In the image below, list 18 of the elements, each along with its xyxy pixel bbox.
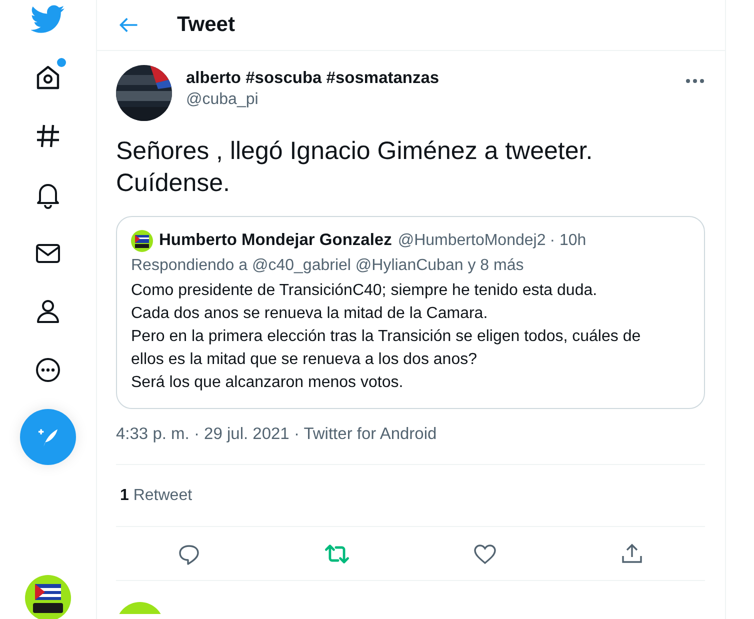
quoted-tweet-card[interactable]: [116, 216, 705, 409]
retweet-count-link[interactable]: 1 Retweet: [120, 486, 192, 504]
share-icon[interactable]: [620, 542, 644, 566]
author-handle[interactable]: @cuba_pi: [186, 91, 671, 109]
quoted-text-line: Pero en la primera elección tras la Transición se eligen todos, cuáles de ellos es la mitad que se renueva a los dos anos?: [131, 327, 642, 370]
quoted-author-name: Humberto Mondejar Gonzalez: [159, 230, 392, 251]
more-options-icon[interactable]: [685, 78, 705, 84]
quoted-text-line: Cada dos anos se renueva la mitad de la Camara.: [131, 304, 489, 324]
quoted-text-line: Será los que alcanzaron menos votos.: [131, 373, 404, 393]
quoted-time: · 10h: [550, 231, 586, 251]
heart-icon[interactable]: [472, 542, 497, 566]
page-title: Tweet: [177, 13, 235, 37]
tweet-text: Señores , llegó Ignacio Giménez a tweeter. Cuídense.: [116, 136, 594, 199]
author-name[interactable]: alberto #soscuba #sosmatanzas: [186, 69, 671, 88]
quoted-text-line: Como presidente de TransiciónC40; siempre he tenido esta duda.: [131, 281, 598, 301]
quoted-author-handle: @HumbertoMondej2: [398, 231, 546, 251]
replying-to-text: Respondiendo a @c40_gabriel @HylianCuban y 8 más: [131, 256, 525, 276]
tweet-timestamp[interactable]: 4:33 p. m. · 29 jul. 2021 · Twitter for Android: [116, 425, 705, 444]
